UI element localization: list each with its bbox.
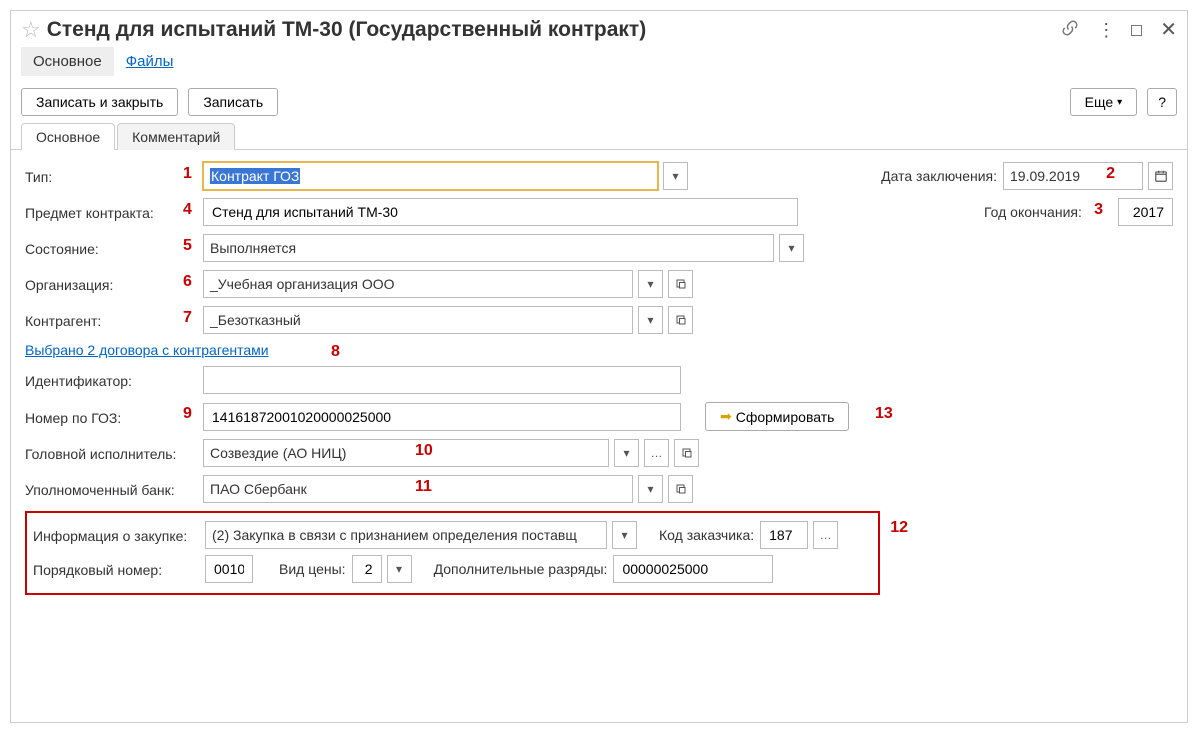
bank-field[interactable]: ПАО Сбербанк	[203, 475, 633, 503]
state-value: Выполняется	[210, 240, 296, 256]
help-button[interactable]: ?	[1147, 88, 1177, 116]
head-exec-dropdown-icon[interactable]: ▾	[614, 439, 639, 467]
goz-number-field[interactable]	[203, 403, 681, 431]
type-value: Контракт ГОЗ	[210, 168, 300, 184]
tab-comment[interactable]: Комментарий	[117, 123, 235, 150]
price-kind-dropdown-icon[interactable]: ▾	[387, 555, 412, 583]
year-end-label: Год окончания:	[984, 204, 1112, 220]
seq-number-input[interactable]	[212, 556, 246, 582]
org-label: Организация:	[25, 275, 197, 293]
chevron-down-icon: ▾	[1117, 97, 1122, 108]
extra-digits-input[interactable]	[620, 556, 766, 582]
price-kind-input[interactable]	[359, 556, 375, 582]
type-label: Тип:	[25, 167, 197, 185]
head-exec-value: Созвездие (АО НИЦ)	[210, 445, 346, 461]
head-exec-open-icon[interactable]	[674, 439, 699, 467]
contracts-link[interactable]: Выбрано 2 договора с контрагентами	[25, 342, 269, 358]
customer-code-input[interactable]	[767, 522, 801, 548]
purchase-info-label: Информация о закупке:	[33, 526, 199, 544]
date-label: Дата заключения:	[881, 168, 997, 184]
toolbar: Записать и закрыть Записать Еще ▾ ?	[11, 82, 1187, 122]
date-value: 19.09.2019	[1010, 168, 1080, 184]
badge-13: 13	[875, 405, 893, 423]
extra-digits-label: Дополнительные разряды:	[434, 561, 608, 577]
org-open-icon[interactable]	[668, 270, 693, 298]
seq-number-field[interactable]	[205, 555, 253, 583]
type-dropdown-icon[interactable]: ▾	[663, 162, 688, 190]
link-icon[interactable]	[1061, 19, 1079, 41]
kebab-menu-icon[interactable]: ⋮	[1097, 21, 1113, 39]
counterparty-field[interactable]: _Безотказный	[203, 306, 633, 334]
subtabs: Основное Файлы	[11, 47, 1187, 82]
identifier-label: Идентификатор:	[25, 371, 197, 389]
purchase-info-value: (2) Закупка в связи с признанием определ…	[212, 527, 577, 543]
badge-12: 12	[890, 519, 908, 537]
close-icon[interactable]: ✕	[1160, 20, 1177, 40]
year-end-field[interactable]	[1118, 198, 1173, 226]
calendar-icon[interactable]	[1148, 162, 1173, 190]
customer-code-field[interactable]	[760, 521, 808, 549]
maximize-icon[interactable]	[1131, 25, 1142, 36]
state-label: Состояние:	[25, 239, 197, 257]
tab-main[interactable]: Основное	[21, 123, 115, 150]
window: ☆ Стенд для испытаний ТМ-30 (Государстве…	[10, 10, 1188, 723]
purchase-info-field[interactable]: (2) Закупка в связи с признанием определ…	[205, 521, 607, 549]
type-field[interactable]: Контракт ГОЗ	[203, 162, 658, 190]
subject-input[interactable]	[210, 199, 791, 225]
page-title: Стенд для испытаний ТМ-30 (Государственн…	[47, 18, 1062, 42]
bank-dropdown-icon[interactable]: ▾	[638, 475, 663, 503]
org-value: _Учебная организация ООО	[210, 276, 395, 292]
bank-value: ПАО Сбербанк	[210, 481, 307, 497]
subtab-files[interactable]: Файлы	[114, 47, 186, 76]
favorite-star-icon[interactable]: ☆	[21, 17, 41, 43]
subject-field[interactable]	[203, 198, 798, 226]
form-area: Тип: 1 Контракт ГОЗ ▾ Дата заключения: 1…	[11, 150, 1187, 607]
bank-open-icon[interactable]	[668, 475, 693, 503]
seq-number-label: Порядковый номер:	[33, 560, 199, 578]
head-exec-ellipsis-icon[interactable]: …	[644, 439, 669, 467]
window-controls: ⋮ ✕	[1061, 19, 1177, 41]
subject-label: Предмет контракта:	[25, 203, 197, 221]
counterparty-open-icon[interactable]	[668, 306, 693, 334]
purchase-info-dropdown-icon[interactable]: ▾	[612, 521, 637, 549]
generate-button[interactable]: ➡ Сформировать	[705, 402, 849, 431]
counterparty-dropdown-icon[interactable]: ▾	[638, 306, 663, 334]
price-kind-label: Вид цены:	[279, 561, 346, 577]
org-field[interactable]: _Учебная организация ООО	[203, 270, 633, 298]
goz-number-label: Номер по ГОЗ:	[25, 408, 197, 426]
state-field[interactable]: Выполняется	[203, 234, 774, 262]
org-dropdown-icon[interactable]: ▾	[638, 270, 663, 298]
more-label: Еще	[1085, 94, 1114, 110]
counterparty-value: _Безотказный	[210, 312, 301, 328]
customer-code-label: Код заказчика:	[659, 527, 754, 543]
titlebar: ☆ Стенд для испытаний ТМ-30 (Государстве…	[11, 11, 1187, 47]
state-dropdown-icon[interactable]: ▾	[779, 234, 804, 262]
head-exec-field[interactable]: Созвездие (АО НИЦ)	[203, 439, 609, 467]
counterparty-label: Контрагент:	[25, 311, 197, 329]
badge-8: 8	[331, 343, 340, 361]
arrow-right-icon: ➡	[720, 408, 732, 425]
identifier-input[interactable]	[210, 367, 674, 393]
badge-2: 2	[1106, 165, 1115, 183]
tabstrip: Основное Комментарий	[11, 122, 1187, 150]
identifier-field[interactable]	[203, 366, 681, 394]
extra-digits-field[interactable]	[613, 555, 773, 583]
save-close-button[interactable]: Записать и закрыть	[21, 88, 178, 116]
goz-number-input[interactable]	[210, 404, 674, 430]
purchase-block: 12 Информация о закупке: (2) Закупка в с…	[25, 511, 880, 595]
save-button[interactable]: Записать	[188, 88, 278, 116]
more-button[interactable]: Еще ▾	[1070, 88, 1138, 116]
subtab-main[interactable]: Основное	[21, 47, 114, 76]
date-field[interactable]: 19.09.2019 2	[1003, 162, 1143, 190]
price-kind-field[interactable]	[352, 555, 382, 583]
year-end-input[interactable]	[1125, 199, 1166, 225]
bank-label: Уполномоченный банк:	[25, 480, 197, 498]
head-exec-label: Головной исполнитель:	[25, 444, 197, 462]
generate-label: Сформировать	[736, 409, 835, 425]
customer-code-ellipsis-icon[interactable]: …	[813, 521, 838, 549]
